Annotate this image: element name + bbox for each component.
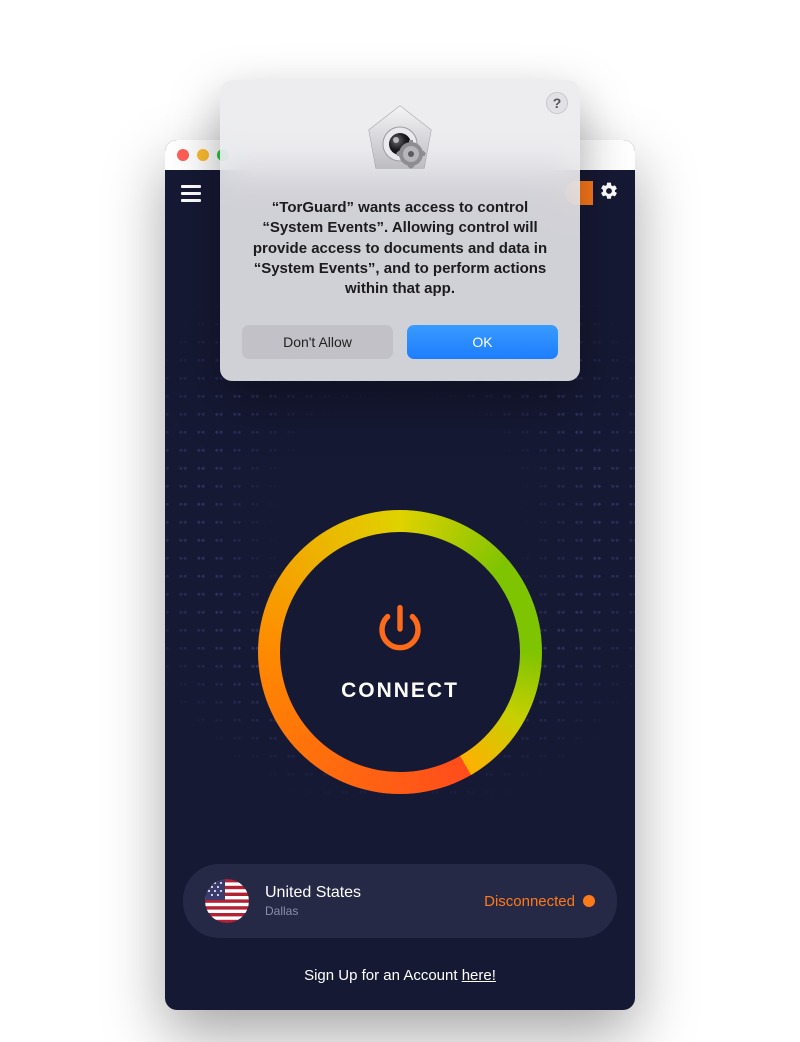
location-city: Dallas [265,904,361,918]
menu-icon[interactable] [181,185,201,202]
signup-prefix: Sign Up for an Account [304,967,462,984]
window-minimize-button[interactable] [197,149,209,161]
connection-status: Disconnected [484,893,595,910]
power-icon [373,602,427,661]
location-texts: United States Dallas [265,884,361,918]
connect-button[interactable]: CONNECT [258,510,542,794]
dont-allow-button[interactable]: Don't Allow [242,325,393,359]
dialog-buttons: Don't Allow OK [242,325,558,359]
settings-icon[interactable] [599,181,619,206]
flag-icon [205,879,249,923]
window-close-button[interactable] [177,149,189,161]
signup-link[interactable]: here! [462,967,496,984]
location-country: United States [265,884,361,902]
dialog-message: “TorGuard” wants access to control “Syst… [242,198,558,299]
location-card[interactable]: United States Dallas Disconnected [183,864,617,938]
status-dot-icon [583,895,595,907]
ok-button[interactable]: OK [407,325,558,359]
permission-dialog: ? [220,80,580,381]
automation-icon [361,102,439,180]
status-text: Disconnected [484,893,575,910]
connect-label: CONNECT [341,679,459,703]
signup-line: Sign Up for an Account here! [165,967,635,984]
help-icon[interactable]: ? [546,92,568,114]
